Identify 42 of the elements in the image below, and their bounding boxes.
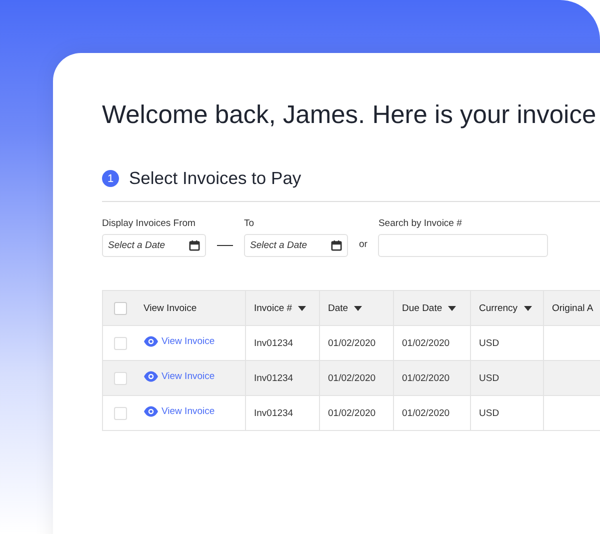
table-cell: 01/02/2020 (402, 372, 450, 384)
checkbox[interactable] (114, 372, 127, 384)
or-text: or (359, 239, 368, 250)
view-invoice-link[interactable]: View Invoice (162, 336, 215, 347)
column-header[interactable]: Date (328, 302, 362, 314)
eye-icon (144, 336, 158, 347)
date-field[interactable]: Select a Date (244, 234, 348, 257)
caret-icon (354, 306, 362, 310)
field-label: Display Invoices From (102, 218, 196, 229)
section-title: Select Invoices to Pay (129, 168, 302, 189)
table-cell: USD (479, 372, 500, 384)
caret-icon (298, 306, 306, 310)
caret-icon (448, 306, 456, 310)
calendar-icon (189, 240, 200, 251)
table-cell: USD (479, 338, 500, 348)
view-invoice-link[interactable]: View Invoice (162, 406, 215, 417)
table-cell: USD (479, 408, 500, 418)
checkbox[interactable] (114, 336, 127, 350)
search-field[interactable] (378, 234, 548, 257)
calendar-icon (331, 240, 342, 251)
table-cell: 01/02/2020 (402, 408, 450, 418)
table-cell: Inv01234 (254, 408, 294, 418)
table-cell: 01/02/2020 (328, 372, 376, 384)
checkbox[interactable] (114, 406, 127, 420)
table-cell: 01/02/2020 (328, 338, 376, 348)
field-label: To (244, 218, 256, 229)
table-cell: Inv01234 (254, 372, 294, 384)
column-header: Original A (552, 302, 594, 314)
caret-icon (524, 306, 532, 310)
eye-icon (144, 406, 158, 417)
checkbox[interactable] (114, 302, 127, 314)
page-heading: Welcome back, James. Here is your invoice (102, 101, 596, 130)
table-cell: 01/02/2020 (402, 338, 450, 348)
eye-icon (144, 371, 158, 382)
range-dash (217, 245, 233, 246)
column-header: View Invoice (144, 302, 197, 314)
field-label: Search by Invoice # (378, 218, 463, 229)
view-invoice-link[interactable]: View Invoice (162, 371, 215, 382)
step-number: 1 (102, 170, 119, 187)
date-field[interactable]: Select a Date (102, 234, 206, 257)
table-cell: Inv01234 (254, 338, 294, 348)
table-cell: 01/02/2020 (328, 408, 376, 418)
